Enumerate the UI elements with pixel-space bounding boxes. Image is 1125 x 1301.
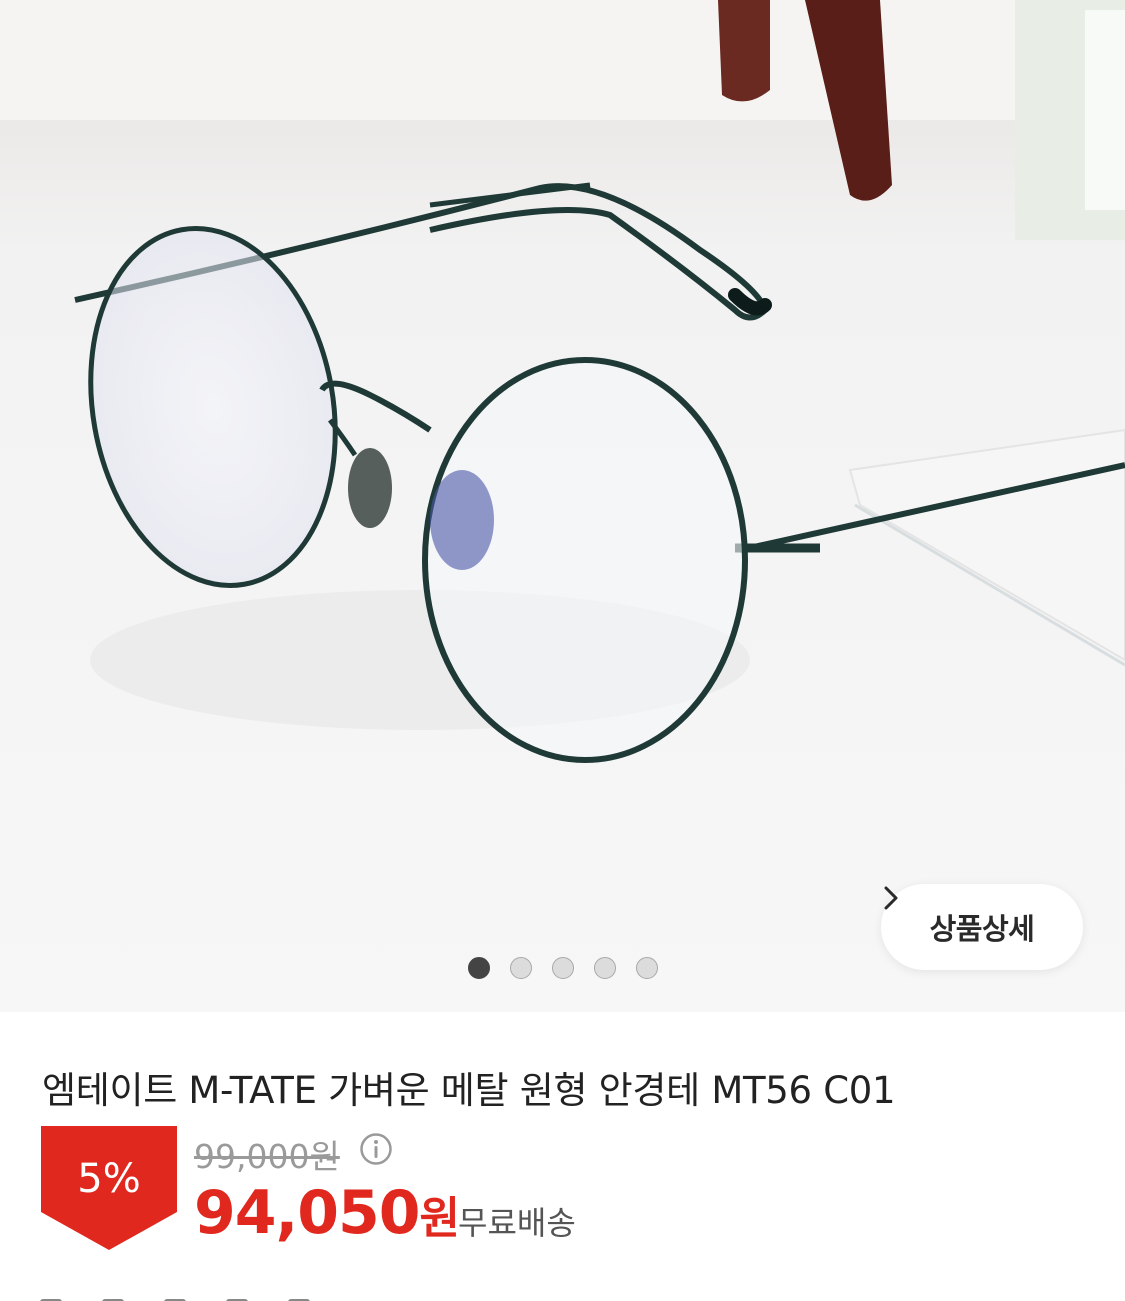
shipping-info: 무료배송 [458,1204,576,1242]
info-icon[interactable] [359,1132,393,1166]
product-photo [0,0,1125,1012]
gallery-dot-4[interactable] [594,957,616,979]
next-section-cutoff [40,1290,460,1301]
gallery-dot-3[interactable] [552,957,574,979]
original-price: 99,000원 [194,1137,340,1176]
sale-price: 94,050원 [194,1178,460,1248]
product-detail-label: 상품상세 [929,912,1035,946]
discount-percent: 5% [77,1156,141,1202]
chevron-right-icon [884,886,898,910]
sale-price-unit: 원 [419,1193,460,1244]
product-image-gallery[interactable]: 상품상세 [0,0,1125,1012]
product-info: 엠테이트 M-TATE 가벼운 메탈 원형 안경테 MT56 C01 5% 99… [0,1012,1125,1301]
product-title: 엠테이트 M-TATE 가벼운 메탈 원형 안경테 MT56 C01 [42,1069,896,1112]
discount-badge: 5% [41,1126,177,1250]
gallery-dot-2[interactable] [510,957,532,979]
gallery-dot-5[interactable] [636,957,658,979]
product-detail-button[interactable]: 상품상세 [881,884,1083,970]
gallery-dot-1[interactable] [468,957,490,979]
gallery-pagination [468,957,658,979]
sale-price-number: 94,050 [194,1178,421,1248]
